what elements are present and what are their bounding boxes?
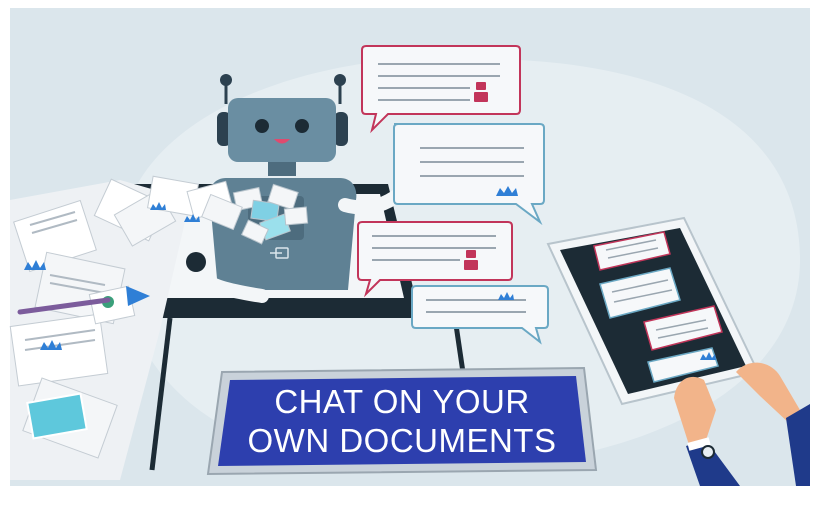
watch-icon xyxy=(701,445,715,459)
robot-eye-right xyxy=(295,119,309,133)
banner: CHAT ON YOUR OWN DOCUMENTS xyxy=(206,366,598,476)
illustration: CHAT ON YOUR OWN DOCUMENTS xyxy=(0,0,817,507)
robot-eye-left xyxy=(255,119,269,133)
robot-icon xyxy=(474,82,488,102)
banner-line-2: OWN DOCUMENTS xyxy=(248,422,557,459)
robot-head xyxy=(228,98,336,162)
banner-line-1: CHAT ON YOUR xyxy=(274,383,529,420)
robot-icon xyxy=(464,250,478,270)
